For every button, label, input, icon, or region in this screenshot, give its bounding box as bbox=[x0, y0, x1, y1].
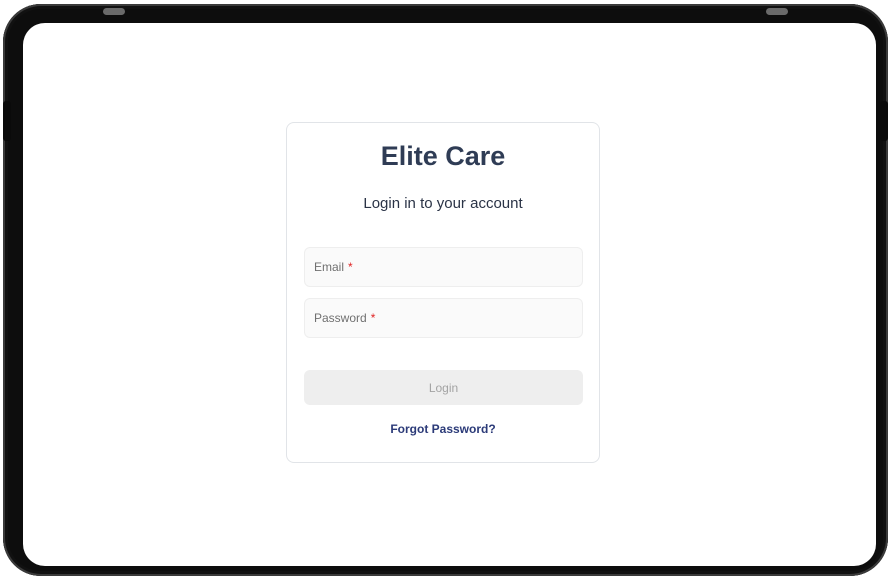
side-button-right bbox=[880, 101, 888, 141]
login-button[interactable]: Login bbox=[304, 370, 583, 405]
password-label: Password * bbox=[314, 311, 375, 325]
email-required-mark: * bbox=[348, 260, 353, 274]
password-field[interactable]: Password * bbox=[304, 298, 583, 338]
top-edge-highlight-right bbox=[766, 8, 788, 15]
login-card: Elite Care Login in to your account Emai… bbox=[286, 122, 600, 463]
top-edge-highlight-left bbox=[103, 8, 125, 15]
email-field[interactable]: Email * bbox=[304, 247, 583, 287]
screen: Elite Care Login in to your account Emai… bbox=[23, 23, 876, 566]
tablet-frame: Elite Care Login in to your account Emai… bbox=[3, 4, 888, 576]
password-label-text: Password bbox=[314, 311, 367, 325]
login-subtitle: Login in to your account bbox=[363, 195, 523, 212]
forgot-password-link[interactable]: Forgot Password? bbox=[287, 422, 599, 436]
password-required-mark: * bbox=[370, 311, 376, 325]
app-title: Elite Care bbox=[380, 141, 506, 171]
side-button-left bbox=[3, 101, 11, 141]
email-label-text: Email bbox=[314, 260, 345, 274]
email-label: Email * bbox=[314, 260, 353, 274]
